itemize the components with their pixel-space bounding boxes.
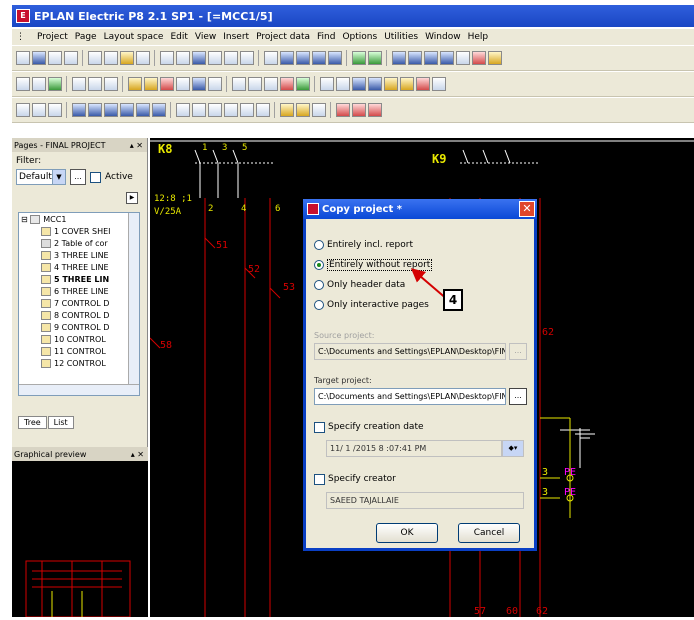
annotation-callout: 4 bbox=[443, 289, 463, 311]
annotation-overlay bbox=[410, 268, 449, 301]
preview-panel-header: Graphical preview ▴ ✕ bbox=[12, 447, 148, 461]
panel-pin-close-icon[interactable]: ▴ ✕ bbox=[131, 450, 144, 459]
preview-panel-title: Graphical preview bbox=[14, 449, 87, 459]
